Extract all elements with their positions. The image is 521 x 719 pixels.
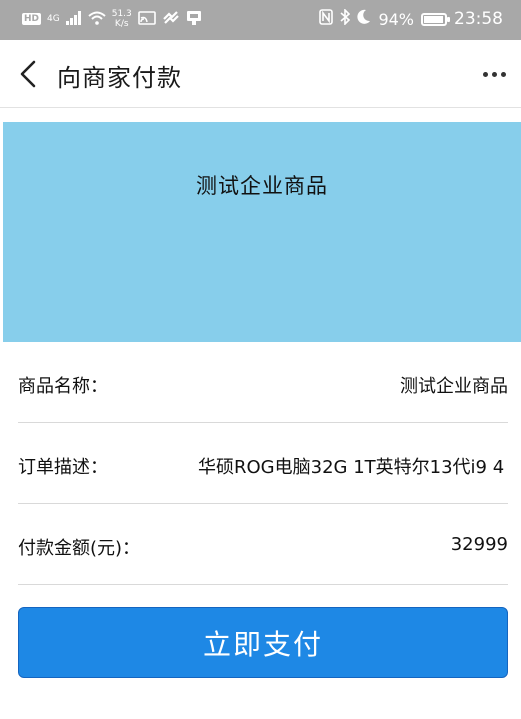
nfc-icon: [319, 9, 334, 29]
battery-icon: [421, 12, 450, 26]
signal-icon: [65, 10, 82, 29]
order-desc-row: 订单描述： 华硕ROG电脑32G 1T英特尔13代i9 4: [18, 423, 508, 504]
order-desc-label: 订单描述：: [18, 457, 108, 478]
wifi-icon: [88, 10, 106, 29]
clock-time: 23:58: [454, 9, 503, 29]
product-name-row: 商品名称： 测试企业商品: [18, 342, 508, 423]
speed-unit: K/s: [114, 19, 129, 29]
cast-icon: [137, 10, 156, 29]
network-type: 4G: [47, 13, 60, 24]
link-icon: [162, 10, 180, 29]
more-dots-icon: [482, 71, 488, 77]
battery-fill: [424, 15, 443, 23]
battery-percent: 94%: [378, 9, 414, 29]
order-desc-value: 华硕ROG电脑32G 1T英特尔13代i9 4: [198, 457, 505, 478]
moon-icon: [357, 9, 371, 29]
status-right-group: 94% 23:58: [319, 8, 503, 29]
banner-title: 测试企业商品: [196, 174, 328, 198]
product-name-value: 测试企业商品: [400, 376, 508, 397]
chevron-left-icon: [20, 60, 36, 88]
more-button[interactable]: [477, 62, 511, 86]
status-left-group: HD 4G 51.3 K/s: [22, 9, 202, 29]
hd-badge: HD: [22, 13, 42, 25]
bluetooth-icon: [340, 8, 351, 29]
pay-now-button[interactable]: 立即支付: [18, 607, 508, 678]
product-name-label: 商品名称：: [18, 376, 108, 397]
speed-value: 51.3: [111, 9, 132, 19]
product-banner: 测试企业商品: [3, 122, 521, 342]
network-speed: 51.3 K/s: [112, 9, 132, 29]
page-title: 向商家付款: [57, 64, 182, 92]
status-bar: HD 4G 51.3 K/s 94% 23:58: [0, 0, 521, 40]
amount-value: 32999: [450, 534, 508, 555]
amount-label: 付款金额(元)：: [18, 538, 141, 559]
app-header: 向商家付款: [0, 40, 521, 108]
sim-icon: [186, 10, 202, 29]
back-button[interactable]: [8, 54, 48, 94]
amount-row: 付款金额(元)： 32999: [18, 504, 508, 585]
